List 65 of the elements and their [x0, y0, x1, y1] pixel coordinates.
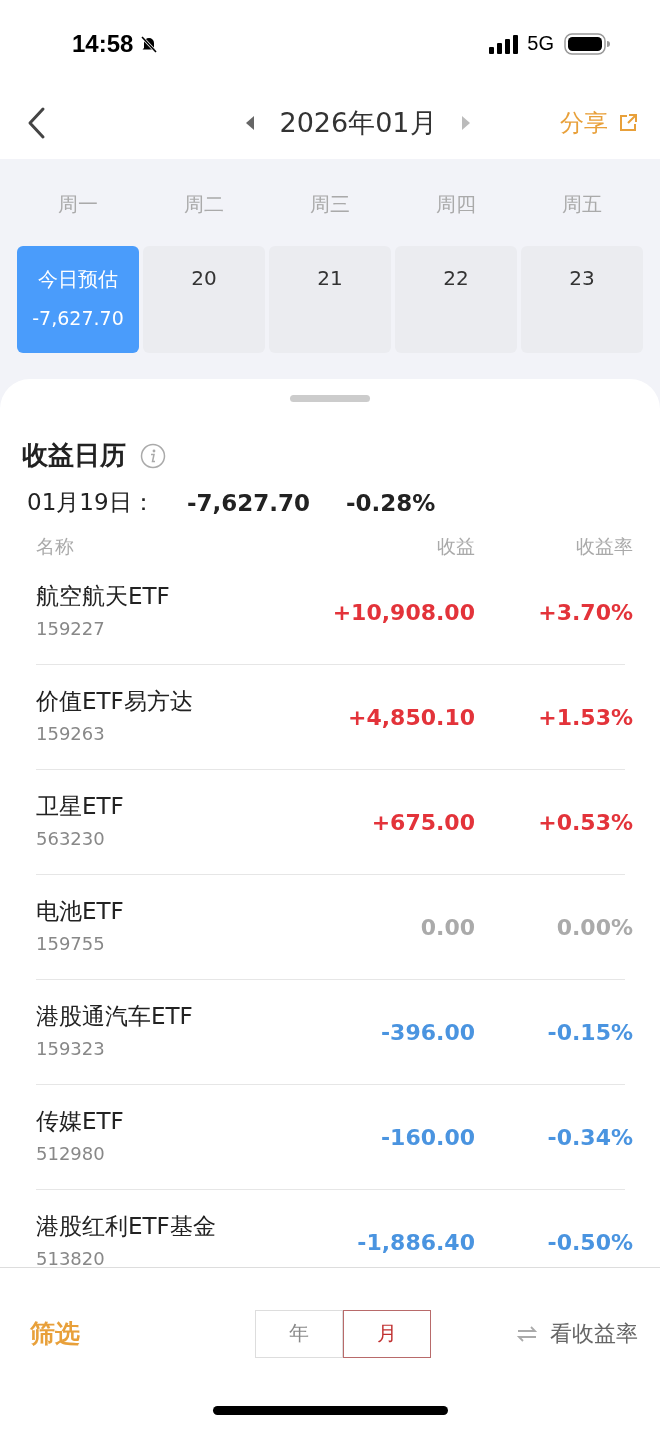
month-title: 2026年01月 — [279, 106, 437, 141]
fund-name[interactable]: 电池ETF — [36, 896, 295, 927]
day-cell[interactable]: 21 — [269, 246, 391, 353]
fund-code: 159263 — [36, 723, 106, 744]
day-label: 今日预估 — [38, 266, 118, 293]
day-label: 22 — [443, 266, 469, 290]
fund-name[interactable]: 传媒ETF — [36, 1106, 295, 1137]
clock-time: 14:58 — [72, 29, 134, 58]
section-title: 收益日历 — [22, 439, 126, 472]
total-rate: -0.28% — [346, 489, 436, 516]
weekday-label: 周三 — [309, 191, 351, 218]
profit-value: -1,886.40 — [356, 1229, 475, 1255]
fund-code: 159755 — [36, 933, 106, 954]
fund-code: 159323 — [36, 1038, 106, 1059]
day-label: 20 — [191, 266, 217, 290]
column-header: 收益 — [436, 534, 475, 559]
rate-value: -0.34% — [546, 1124, 633, 1150]
profit-value: +4,850.10 — [347, 704, 475, 730]
share-icon — [618, 113, 638, 134]
back-icon[interactable] — [26, 106, 46, 141]
rate-value: 0.00% — [555, 914, 633, 940]
rate-value: +1.53% — [537, 704, 633, 730]
profit-value: 0.00 — [419, 914, 475, 940]
network-label: 5G — [527, 32, 554, 56]
profit-value: +10,908.00 — [331, 599, 475, 625]
rate-value: -0.15% — [546, 1019, 633, 1045]
weekday-label: 周五 — [561, 191, 603, 218]
day-amount: -7,627.70 — [32, 307, 124, 329]
toggle-rate-button[interactable]: 看收益率 — [516, 1318, 638, 1349]
day-label: 21 — [317, 266, 343, 290]
weekday-label: 周四 — [435, 191, 477, 218]
period-tab[interactable]: 年 — [255, 1309, 343, 1358]
fund-code: 513820 — [36, 1248, 106, 1267]
fund-name[interactable]: 港股通汽车ETF — [36, 1001, 295, 1032]
day-cell[interactable]: 23 — [521, 246, 643, 353]
muted-bell-icon — [139, 33, 160, 54]
day-cell[interactable]: 22 — [395, 246, 517, 353]
next-month-icon[interactable] — [460, 116, 471, 131]
info-icon[interactable] — [140, 442, 166, 469]
battery-icon — [564, 32, 610, 55]
fund-name[interactable]: 卫星ETF — [36, 791, 295, 822]
weekday-label: 周一 — [57, 191, 99, 218]
fund-name[interactable]: 港股红利ETF基金 — [36, 1211, 295, 1242]
fund-name[interactable]: 航空航天ETF — [36, 581, 295, 612]
date-label: 01月19日： — [27, 488, 156, 517]
rate-value: +0.53% — [537, 809, 633, 835]
rate-value: +3.70% — [537, 599, 633, 625]
previous-month-icon[interactable] — [245, 116, 256, 131]
column-header: 名称 — [36, 534, 75, 559]
profit-value: -160.00 — [379, 1124, 475, 1150]
fund-name[interactable]: 价值ETF易方达 — [36, 686, 295, 717]
swap-icon — [516, 1325, 538, 1342]
fund-code: 159227 — [36, 618, 106, 639]
drag-handle[interactable] — [290, 395, 370, 402]
fund-code: 512980 — [36, 1143, 106, 1164]
day-label: 23 — [569, 266, 595, 290]
period-tab[interactable]: 月 — [343, 1309, 431, 1358]
profit-value: +675.00 — [370, 809, 475, 835]
weekday-label: 周二 — [183, 191, 225, 218]
column-header: 收益率 — [575, 534, 633, 559]
rate-value: -0.50% — [546, 1229, 633, 1255]
profit-value: -396.00 — [379, 1019, 475, 1045]
total-profit: -7,627.70 — [187, 489, 311, 516]
day-cell[interactable]: 20 — [143, 246, 265, 353]
fund-code: 563230 — [36, 828, 106, 849]
